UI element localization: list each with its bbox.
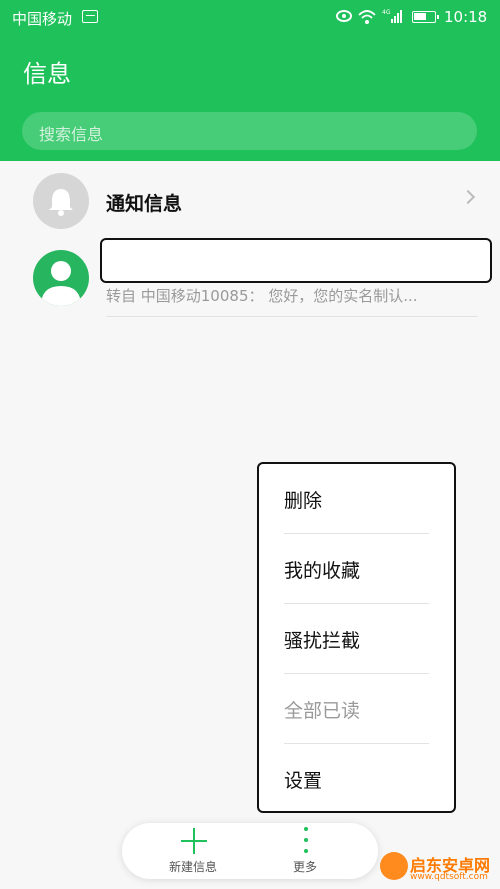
status-bar: 中国移动 4G 10:18 xyxy=(0,0,500,34)
divider xyxy=(106,316,478,317)
page-title: 信息 xyxy=(23,60,71,88)
activity-icon xyxy=(82,10,98,23)
search-placeholder: 搜索信息 xyxy=(39,125,104,144)
conversation-title: 通知信息 xyxy=(106,193,183,215)
cellular-signal-icon: 4G xyxy=(382,9,402,23)
carrier-name: 中国移动 xyxy=(12,10,73,28)
more-button[interactable]: 更多 xyxy=(293,858,317,875)
conversation-row-notifications[interactable]: 通知信息 xyxy=(0,161,500,241)
message-preview: 转自 中国移动10085： 您好，您的实名制认... xyxy=(106,287,418,305)
plus-icon[interactable] xyxy=(181,828,207,854)
search-input[interactable]: 搜索信息 xyxy=(22,112,477,150)
menu-item-label: 删除 xyxy=(284,490,323,512)
more-vertical-icon[interactable] xyxy=(304,827,308,853)
menu-item-favorites[interactable]: 我的收藏 xyxy=(259,534,454,604)
eye-comfort-icon xyxy=(336,10,352,22)
watermark: 启东安卓网 www.qdtsoft.com xyxy=(380,850,500,889)
menu-item-spam-block[interactable]: 骚扰拦截 xyxy=(259,604,454,674)
menu-item-delete[interactable]: 删除 xyxy=(259,464,454,534)
bell-icon xyxy=(33,173,89,229)
menu-item-label: 全部已读 xyxy=(284,700,361,722)
watermark-logo-icon xyxy=(380,852,408,880)
menu-item-label: 我的收藏 xyxy=(284,560,361,582)
conversation-row-message[interactable]: 转自 中国移动10085： 您好，您的实名制认... xyxy=(0,238,500,317)
context-menu: 删除 我的收藏 骚扰拦截 全部已读 设置 xyxy=(257,462,456,813)
menu-item-label: 设置 xyxy=(284,770,323,792)
redacted-contact-name xyxy=(100,238,492,283)
bottom-action-bar: 新建信息 更多 xyxy=(122,823,378,879)
clock: 10:18 xyxy=(444,8,488,26)
network-type: 4G xyxy=(382,9,391,16)
menu-item-settings[interactable]: 设置 xyxy=(259,744,454,814)
watermark-url: www.qdtsoft.com xyxy=(410,872,488,882)
wifi-icon xyxy=(358,10,376,24)
app-header: 中国移动 4G 10:18 信息 搜索信息 xyxy=(0,0,500,161)
chevron-right-icon xyxy=(460,189,476,205)
battery-icon xyxy=(412,11,439,23)
new-message-button[interactable]: 新建信息 xyxy=(169,858,217,875)
menu-item-mark-all-read: 全部已读 xyxy=(259,674,454,744)
menu-item-label: 骚扰拦截 xyxy=(284,630,361,652)
person-avatar-icon xyxy=(33,250,89,306)
